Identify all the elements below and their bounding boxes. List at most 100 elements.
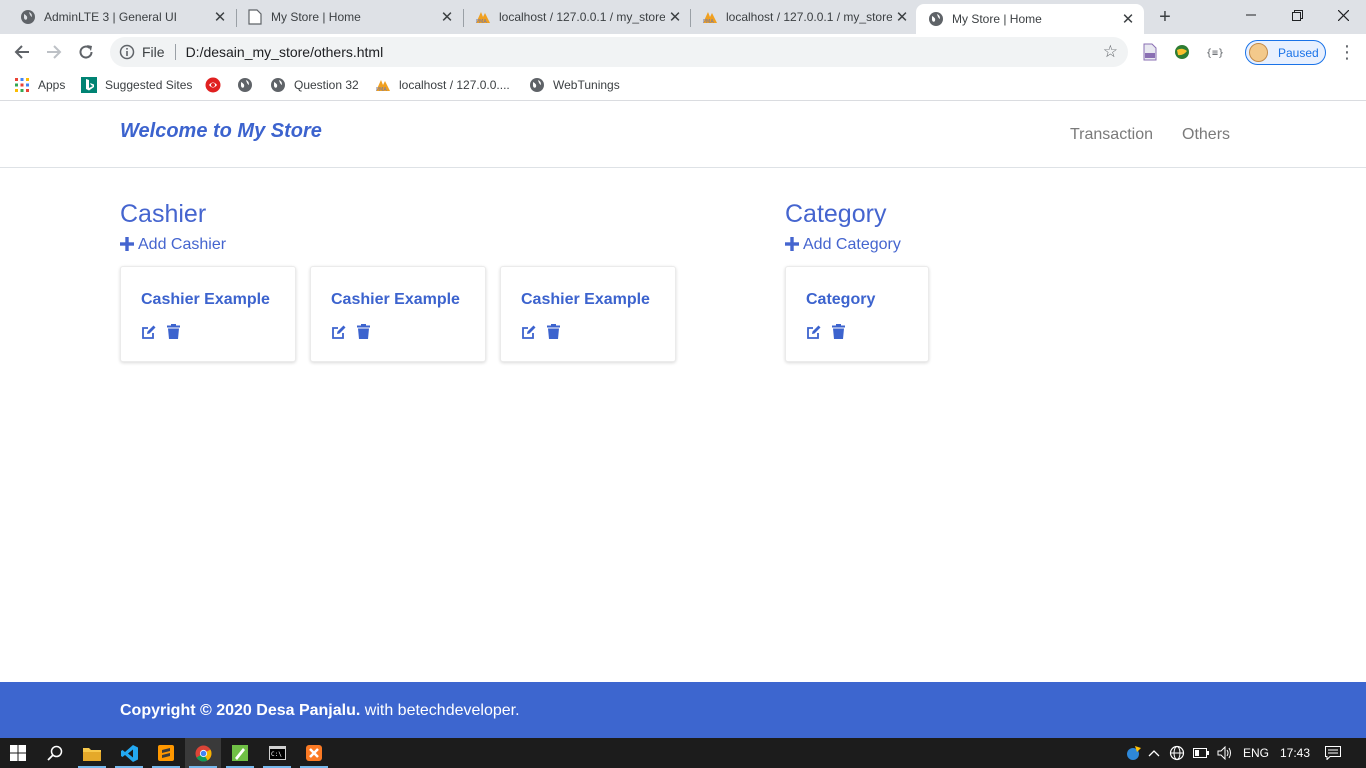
trash-icon[interactable] [167,324,180,339]
tab-title: My Store | Home [271,10,361,24]
language-indicator[interactable]: ENG [1243,746,1269,760]
cashier-card: Cashier Example [120,266,296,362]
notepadqq-icon[interactable] [222,738,258,768]
forward-button[interactable] [40,38,68,66]
add-cashier-link[interactable]: Add Cashier [120,236,226,254]
cashier-card: Cashier Example [500,266,676,362]
bookmark-globe[interactable] [237,76,261,94]
svg-text:PMA: PMA [476,19,487,24]
category-section-title: Category [785,200,887,228]
bookmark-star-icon[interactable]: ☆ [1103,43,1118,61]
bookmark-label: Question 32 [294,78,359,92]
url-scheme-label: File [142,44,165,60]
battery-icon[interactable] [1190,738,1212,768]
plus-icon [785,236,799,254]
cashier-section-title: Cashier [120,200,207,228]
window-close-button[interactable] [1320,0,1366,30]
chrome-icon[interactable] [185,738,221,768]
new-tab-button[interactable]: + [1154,6,1176,28]
bookmark-label: WebTunings [553,78,620,92]
address-bar[interactable]: File D:/desain_my_store/others.html ☆ [110,37,1128,67]
red-badge-icon [205,77,221,93]
cmd-icon[interactable]: C:\ [259,738,295,768]
bing-icon [81,77,97,93]
volume-icon[interactable] [1214,738,1236,768]
tab-phpmyadmin-1[interactable]: PMA localhost / 127.0.0.1 / my_store ✕ [455,0,691,34]
trash-icon[interactable] [832,324,845,339]
edit-icon[interactable] [141,324,157,340]
svg-text:PMA: PMA [376,87,387,92]
back-button[interactable] [8,38,36,66]
xampp-icon[interactable] [296,738,332,768]
minimize-button[interactable] [1228,0,1274,30]
trash-icon[interactable] [547,324,560,339]
phpmyadmin-icon: PMA [475,9,491,25]
trash-icon[interactable] [357,324,370,339]
bookmark-webtunings[interactable]: WebTunings [529,76,620,94]
vscode-icon[interactable] [111,738,147,768]
tab-my-store-home-active[interactable]: My Store | Home ✕ [916,4,1144,34]
clock[interactable]: 17:43 [1280,746,1310,760]
chevron-up-icon[interactable] [1144,738,1164,768]
tab-phpmyadmin-2[interactable]: PMA localhost / 127.0.0.1 / my_store ✕ [682,0,918,34]
bookmark-label: Suggested Sites [105,78,193,92]
globe-extension-icon[interactable] [1173,43,1191,61]
svg-text:{≡}: {≡} [1206,48,1223,59]
file-explorer-icon[interactable] [74,738,110,768]
notification-icon[interactable] [1318,738,1348,768]
profile-paused-button[interactable]: Paused [1245,40,1326,65]
apps-grid-icon [14,77,30,93]
browser-menu-icon[interactable]: ⋮ [1338,42,1356,62]
edit-icon[interactable] [521,324,537,340]
globe-icon [20,9,36,25]
globe-icon [270,77,286,93]
minimize-icon [1246,14,1256,16]
tab-adminlte[interactable]: AdminLTE 3 | General UI ✕ [0,0,236,34]
info-icon[interactable] [118,43,136,61]
browser-toolbar: File D:/desain_my_store/others.html ☆ {≡… [0,34,1366,70]
edit-icon[interactable] [806,324,822,340]
footer-copyright-strong: Copyright © 2020 Desa Panjalu. [120,702,361,719]
reload-icon [79,45,93,59]
bookmark-suggested-sites[interactable]: Suggested Sites [81,76,192,94]
profile-status-label: Paused [1278,45,1319,60]
tab-title: My Store | Home [952,12,1042,26]
restore-button[interactable] [1274,0,1320,30]
globe-icon [237,77,253,93]
category-card: Category [785,266,929,362]
arrow-left-icon [14,45,29,59]
tab-my-store-home[interactable]: My Store | Home ✕ [227,0,463,34]
bookmark-localhost[interactable]: PMA localhost / 127.0.0.... [375,76,510,94]
close-icon[interactable]: ✕ [1118,9,1138,29]
sublime-text-icon[interactable] [148,738,184,768]
search-icon[interactable] [37,738,73,768]
close-icon[interactable]: ✕ [437,7,457,27]
close-icon[interactable]: ✕ [892,7,912,27]
nav-link-others[interactable]: Others [1182,126,1230,144]
globe-icon [529,77,545,93]
add-category-link[interactable]: Add Category [785,236,901,254]
globe-icon [928,11,944,27]
url-text[interactable]: D:/desain_my_store/others.html [186,44,384,60]
bookmark-question-32[interactable]: Question 32 [270,76,359,94]
add-cashier-label: Add Cashier [138,236,227,253]
edit-icon[interactable] [331,324,347,340]
phpmyadmin-icon: PMA [702,9,718,25]
page-icon [247,9,263,25]
bookmark-red-badge[interactable] [205,76,229,94]
nav-link-transaction[interactable]: Transaction [1070,126,1153,144]
reload-button[interactable] [72,38,100,66]
windows-taskbar: C:\ ENG 17:43 [0,738,1366,768]
pdf-extension-icon[interactable] [1142,43,1160,61]
bookmark-apps[interactable]: Apps [14,76,65,94]
arrow-right-icon [47,45,62,59]
browser-tab-strip: AdminLTE 3 | General UI ✕ My Store | Hom… [0,0,1366,34]
json-extension-icon[interactable]: {≡} [1205,43,1224,61]
tab-title: localhost / 127.0.0.1 / my_store [499,10,665,24]
site-brand[interactable]: Welcome to My Store [120,120,322,143]
cashier-card-title: Cashier Example [521,291,650,308]
tray-app-icon[interactable] [1124,738,1144,768]
network-globe-icon[interactable] [1166,738,1188,768]
bookmark-label: localhost / 127.0.0.... [399,78,510,92]
windows-start-icon[interactable] [0,738,36,768]
